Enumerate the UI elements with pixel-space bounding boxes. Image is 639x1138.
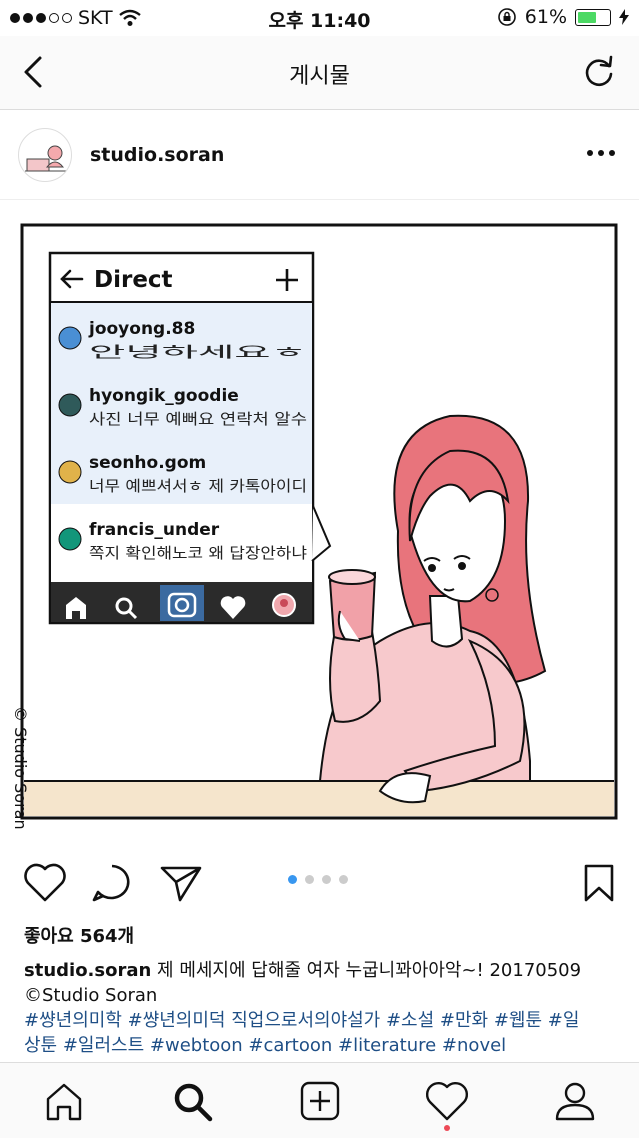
comment-icon[interactable] [90, 862, 134, 904]
post-username[interactable]: studio.soran [90, 144, 224, 166]
post-caption: studio.soran 제 메세지에 답해줄 여자 누굽니꽈아아악~! 201… [24, 958, 614, 1058]
caption-credit: ©Studio Soran [24, 985, 158, 1006]
pager-dot [322, 875, 331, 884]
heart-icon[interactable] [423, 1077, 471, 1125]
add-icon[interactable] [296, 1077, 344, 1125]
avatar[interactable] [18, 128, 72, 182]
battery-percent: 61% [524, 6, 567, 28]
like-heart-icon[interactable] [22, 862, 68, 904]
status-bar: SKT 오후 11:40 61% [0, 0, 639, 36]
dm-preview: 쪽지 확인해노코 왜 답장안하냐 [89, 544, 307, 562]
share-icon[interactable] [158, 862, 204, 904]
caption-hashtags[interactable]: #썅년의미학 #썅년의미덕 직업으로서의야설가 #소설 #만화 #웹툰 #일 [24, 1008, 614, 1033]
more-options-icon[interactable] [587, 150, 615, 156]
home-icon[interactable] [40, 1077, 88, 1125]
dm-avatar [58, 460, 82, 484]
rotation-lock-icon [497, 8, 516, 26]
like-count[interactable]: 좋아요 564개 [24, 922, 134, 948]
search-icon[interactable] [168, 1077, 216, 1125]
post-header: studio.soran [0, 110, 639, 200]
caption-text: 제 메세지에 답해줄 여자 누굽니꽈아아악~! 20170509 [151, 960, 582, 981]
dm-preview: 안녕하세요ㅎ [89, 343, 307, 361]
comic-illustration: Direct jooyong.88 안녕하세요ㅎ hyongik_goodie 사진 … [11, 223, 618, 830]
nav-bar: 게시물 [0, 36, 639, 110]
notification-dot [444, 1125, 450, 1131]
pager-dot [305, 875, 314, 884]
carousel-pager [288, 875, 348, 884]
bottom-tab-bar [0, 1062, 639, 1138]
page-title: 게시물 [289, 64, 350, 89]
post-actions [0, 850, 639, 912]
pager-dot [339, 875, 348, 884]
dm-preview: 너무 예쁘셔서ㅎ 제 카톡아이디 [89, 477, 307, 495]
refresh-icon[interactable] [581, 54, 617, 90]
dm-profile-icon [272, 593, 296, 617]
dm-username: seonho.gom [89, 453, 206, 473]
bookmark-icon[interactable] [582, 862, 616, 904]
dm-avatar [58, 527, 82, 551]
dm-avatar [58, 393, 82, 417]
caption-username[interactable]: studio.soran [24, 960, 151, 981]
dm-preview: 사진 너무 예뻐요 연락처 알수 [89, 410, 307, 428]
dm-username: francis_under [89, 520, 220, 540]
profile-icon[interactable] [551, 1077, 599, 1125]
dm-username: jooyong.88 [88, 319, 195, 339]
battery-icon [575, 8, 611, 26]
post-image[interactable]: Direct jooyong.88 안녕하세요ㅎ hyongik_goodie 사진 … [0, 201, 639, 840]
pager-dot [288, 875, 297, 884]
dm-avatar [58, 326, 82, 350]
charging-icon [619, 9, 629, 25]
dm-title: Direct [94, 267, 173, 293]
dm-panel: Direct jooyong.88 안녕하세요ㅎ hyongik_goodie 사진 … [48, 251, 315, 625]
caption-hashtags-cont[interactable]: 상툰 #일러스트 #webtoon #cartoon #literature #… [24, 1033, 614, 1058]
watermark: © Studio Soran [11, 706, 30, 830]
dm-username: hyongik_goodie [89, 386, 239, 406]
